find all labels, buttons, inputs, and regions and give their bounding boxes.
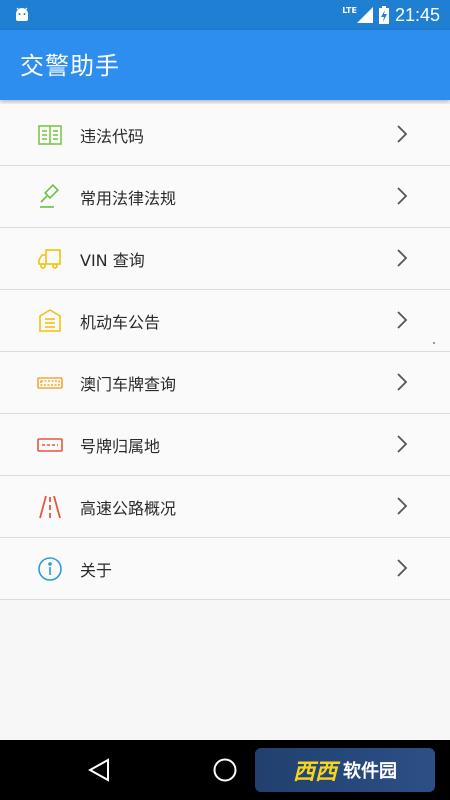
android-notification-icon <box>16 7 28 21</box>
menu-item-label: 高速公路概况 <box>80 498 177 518</box>
book-icon <box>38 125 62 145</box>
menu-item-label: VIN 查询 <box>80 250 145 270</box>
chevron-right-icon <box>397 435 408 453</box>
chevron-right-icon <box>397 559 408 577</box>
menu-item-label: 澳门车牌查询 <box>80 374 177 394</box>
menu-item-label: 号牌归属地 <box>80 436 161 456</box>
chevron-right-icon <box>397 311 408 329</box>
back-icon[interactable] <box>88 758 110 782</box>
menu-item-label: 关于 <box>80 560 113 580</box>
highway-icon <box>39 495 61 519</box>
page-title: 交警助手 <box>20 52 120 80</box>
chevron-right-icon <box>397 373 408 391</box>
plate-icon <box>37 377 63 389</box>
menu-item-about[interactable]: 关于 <box>0 538 450 600</box>
menu-item-label: 机动车公告 <box>80 312 161 332</box>
menu-item-macau-plate-query[interactable]: 澳门车牌查询 <box>0 352 450 414</box>
menu-item-vehicle-announcement[interactable]: 机动车公告 <box>0 290 450 352</box>
status-bar: LTE 21:45 <box>0 0 450 30</box>
chevron-right-icon <box>397 249 408 267</box>
chevron-right-icon <box>397 187 408 205</box>
menu-item-label: 违法代码 <box>80 126 145 146</box>
gavel-icon <box>40 184 59 208</box>
navigation-bar: 西西 软件园 <box>0 740 450 800</box>
menu-item-vin-query[interactable]: VIN 查询 <box>0 228 450 290</box>
menu-item-violation-codes[interactable]: 违法代码 <box>0 104 450 166</box>
menu-item-highway-overview[interactable]: 高速公路概况 <box>0 476 450 538</box>
watermark-logo: 西西 <box>292 760 337 785</box>
menu-item-plate-region[interactable]: 号牌归属地 <box>0 414 450 476</box>
info-icon <box>38 557 62 581</box>
notice-icon <box>39 309 61 332</box>
clock: 21:45 <box>394 4 440 25</box>
menu-item-common-laws[interactable]: 常用法律法规 <box>0 166 450 228</box>
watermark: 西西 软件园 <box>255 748 435 792</box>
watermark-text: 软件园 <box>343 761 397 782</box>
network-type-label: LTE <box>342 5 357 15</box>
menu-list: 违法代码 常用法律法规 VIN 查询 机动车公告 澳门车牌查询 号牌归属地 高速… <box>0 104 450 600</box>
plate-outline-icon <box>37 438 63 452</box>
home-icon[interactable] <box>212 757 238 783</box>
truck-icon <box>38 249 61 269</box>
stray-dot <box>433 342 435 344</box>
chevron-right-icon <box>397 497 408 515</box>
app-bar: 交警助手 <box>0 30 450 100</box>
menu-item-label: 常用法律法规 <box>80 188 177 208</box>
battery-icon <box>378 6 389 24</box>
signal-icon <box>356 7 373 23</box>
chevron-right-icon <box>397 125 408 143</box>
